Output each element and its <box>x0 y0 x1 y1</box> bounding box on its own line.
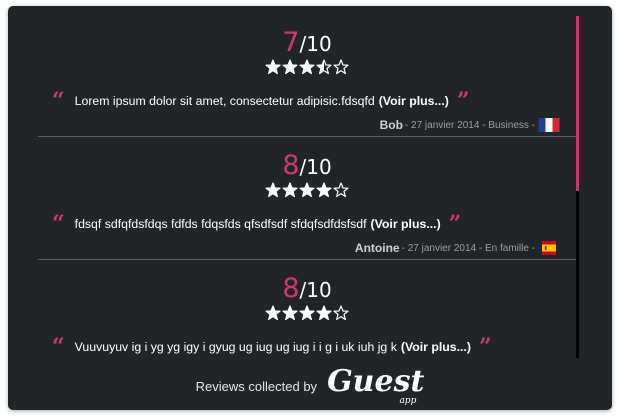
star-filled-icon <box>299 59 315 75</box>
open-quote-icon: “ <box>52 334 65 360</box>
score-value: 8 <box>282 273 300 304</box>
star-filled-icon <box>282 182 298 198</box>
star-filled-icon <box>282 305 298 321</box>
star-filled-icon <box>282 59 298 75</box>
star-empty-icon <box>333 182 349 198</box>
score-value: 8 <box>282 150 300 181</box>
logo-word: Guest <box>327 363 425 399</box>
open-quote-icon: “ <box>52 211 65 237</box>
star-filled-icon <box>299 182 315 198</box>
star-rating <box>38 305 576 321</box>
review-meta: Bob - 27 janvier 2014 - Business - <box>380 118 560 132</box>
scrollbar[interactable] <box>576 16 579 358</box>
score-scale: /10 <box>299 32 332 56</box>
reviewer-name: Bob <box>379 118 403 132</box>
review-text: Vuuvuyuv ig i yg yg igy i gyug ug iug ug… <box>74 340 397 354</box>
review-details: - 27 janvier 2014 - En famille - <box>401 242 535 254</box>
star-half-icon <box>316 59 332 75</box>
open-quote-icon: “ <box>52 88 65 114</box>
star-filled-icon <box>299 305 315 321</box>
close-quote-icon: ” <box>448 211 462 237</box>
spain-flag-icon <box>538 241 560 255</box>
score-value: 7 <box>282 27 300 58</box>
review-score: 7/10 <box>38 14 576 57</box>
reviews-list: 7/10 “ Lorem ipsum dolor sit amet, conse… <box>38 14 576 382</box>
close-quote-icon: ” <box>456 88 470 114</box>
guest-app-logo[interactable]: Guest app <box>327 363 425 406</box>
review-text: Lorem ipsum dolor sit amet, consectetur … <box>74 94 375 108</box>
review-item: 8/10 “ fdsqf sdfqfdsfdqs fdfds fdqsfds q… <box>38 137 576 260</box>
review-item: 7/10 “ Lorem ipsum dolor sit amet, conse… <box>38 14 576 137</box>
review-score: 8/10 <box>38 137 576 180</box>
close-quote-icon: ” <box>478 334 492 360</box>
logo-sub: app <box>399 395 417 406</box>
star-rating <box>38 59 576 75</box>
star-filled-icon <box>265 59 281 75</box>
score-scale: /10 <box>299 155 332 179</box>
star-filled-icon <box>316 305 332 321</box>
review-quote: “ Lorem ipsum dolor sit amet, consectetu… <box>52 88 566 114</box>
score-scale: /10 <box>299 278 332 302</box>
footer: Reviews collected by Guest app <box>8 362 612 410</box>
review-quote: “ Vuuvuyuv ig i yg yg igy i gyug ug iug … <box>52 334 566 360</box>
review-text: fdsqf sdfqfdsfdqs fdfds fdqsfds qfsdfsdf… <box>74 217 367 231</box>
star-filled-icon <box>316 182 332 198</box>
read-more-link[interactable]: (Voir plus...) <box>371 217 441 231</box>
star-rating <box>38 182 576 198</box>
scrollbar-thumb[interactable] <box>576 16 579 191</box>
star-filled-icon <box>265 305 281 321</box>
star-empty-icon <box>333 59 349 75</box>
collected-by-label: Reviews collected by <box>195 378 318 394</box>
reviewer-name: Antoine <box>354 241 400 255</box>
review-score: 8/10 <box>38 260 576 303</box>
review-quote: “ fdsqf sdfqfdsfdqs fdfds fdqsfds qfsdfs… <box>52 211 566 237</box>
france-flag-icon <box>538 118 560 132</box>
star-empty-icon <box>333 305 349 321</box>
review-meta: Antoine - 27 janvier 2014 - En famille - <box>355 241 560 255</box>
read-more-link[interactable]: (Voir plus...) <box>401 340 471 354</box>
read-more-link[interactable]: (Voir plus...) <box>379 94 449 108</box>
review-details: - 27 janvier 2014 - Business - <box>404 119 535 131</box>
reviews-widget: 7/10 “ Lorem ipsum dolor sit amet, conse… <box>8 6 612 410</box>
star-filled-icon <box>265 182 281 198</box>
